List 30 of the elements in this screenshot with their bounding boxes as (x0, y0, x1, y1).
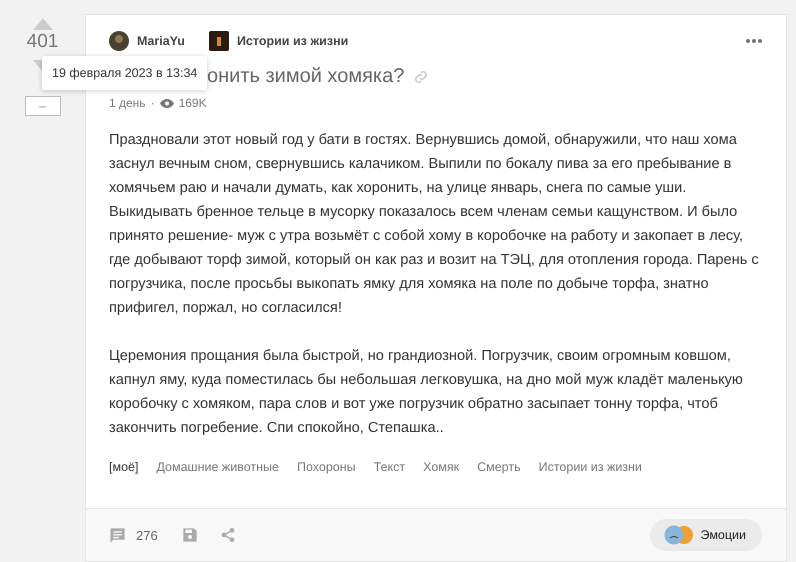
date-tooltip: 19 февраля 2023 в 13:34 (42, 56, 208, 90)
community-name[interactable]: Истории из жизни (236, 34, 348, 48)
tag-link[interactable]: Похороны (296, 460, 356, 474)
author-name[interactable]: MariaYu (137, 34, 185, 48)
tag-link[interactable]: [моё] (109, 460, 138, 474)
more-icon[interactable] (746, 39, 762, 43)
link-icon[interactable] (414, 70, 428, 84)
community-avatar[interactable] (208, 31, 229, 51)
tag-link[interactable]: Текст (374, 460, 406, 474)
save-icon[interactable] (182, 527, 198, 543)
meta-separator: · (150, 96, 155, 110)
post-age: 1 день (109, 96, 146, 110)
emoji-icon (664, 525, 694, 545)
view-count: 169K (178, 96, 207, 110)
tag-link[interactable]: Хомяк (423, 460, 460, 474)
collapse-button[interactable]: – (24, 96, 60, 116)
avatar[interactable] (109, 31, 129, 51)
tag-link[interactable]: Смерть (477, 460, 521, 474)
comment-icon[interactable] (109, 526, 126, 544)
tag-link[interactable]: Домашние животные (156, 460, 279, 474)
post-paragraph: Праздновали этот новый год у бати в гостях. Вернувшись домой, обнаружили, что наш хома заснул вечным сном, свернувшись калачиком. Выпили по бокалу пива за его пребывание в хомячьем раю и начали думать, как хоронить, на улице январь, снега по самые уши. Выкидывать бренное тельце в мусорку показалось всем членам семьи кащунством. И было принято решение- муж с утра возьмёт с собой хому в коробочке на работу и закопает в лесу, где добывают торф зимой, который он как раз и возит на ТЭЦ, для отопления города. Парень с погрузчика, после просьбы выкопать ямку для хомяка на поле по добыче торфа, знатно прифигел, поржал, но согласился! (109, 131, 760, 318)
post-title[interactable]: онить зимой хомяка? (207, 65, 404, 88)
vote-count: 401 (26, 32, 58, 52)
eye-icon (160, 98, 174, 108)
post-paragraph: Церемония прощания была быстрой, но грандиозной. Погрузчик, своим огромным ковшом, капнул яму, куда поместилась бы небольшая легковушка, на дно мой муж кладёт маленькую коробочку с хомяком, пара слов и вот уже погрузчик обратно засыпает тонну торфа, чтоб закончить погребение. Спи спокойно, Степашка.. (109, 347, 744, 438)
tag-link[interactable]: Истории из жизни (538, 460, 642, 474)
emotions-button[interactable]: Эмоции (650, 519, 762, 551)
comment-count[interactable]: 276 (136, 528, 158, 542)
upvote-icon[interactable] (32, 18, 52, 30)
share-icon[interactable] (220, 527, 236, 543)
